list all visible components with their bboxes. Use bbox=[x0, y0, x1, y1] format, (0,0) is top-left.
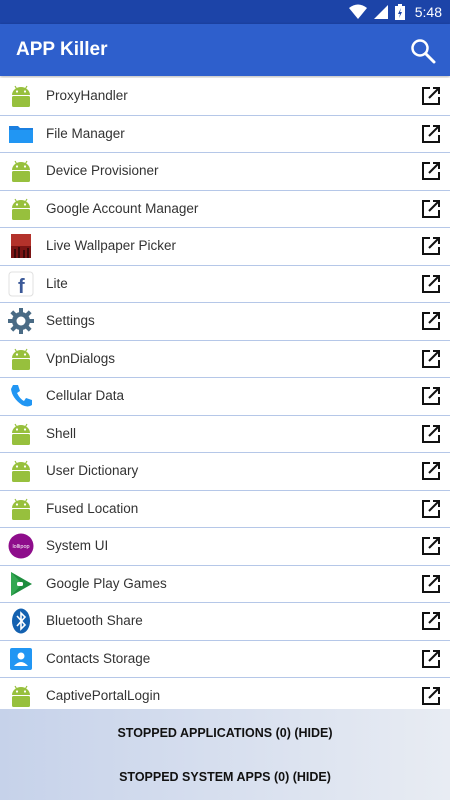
app-row[interactable]: f Lite bbox=[0, 265, 450, 303]
android-icon bbox=[8, 346, 34, 372]
bluetooth-icon bbox=[8, 608, 34, 634]
phone-icon bbox=[8, 383, 34, 409]
gear-icon bbox=[8, 308, 34, 334]
app-row[interactable]: Bluetooth Share bbox=[0, 603, 450, 641]
status-icons: 5:48 bbox=[348, 0, 442, 24]
lollipop-icon: lollipop bbox=[8, 533, 34, 559]
open-external-icon[interactable] bbox=[420, 273, 442, 295]
app-row[interactable]: Google Account Manager bbox=[0, 190, 450, 228]
facebook-icon: f bbox=[8, 271, 34, 298]
wifi-icon bbox=[348, 4, 367, 19]
app-name: User Dictionary bbox=[46, 463, 139, 478]
folder-icon bbox=[8, 121, 34, 147]
app-row[interactable]: File Manager bbox=[0, 115, 450, 153]
open-external-icon[interactable] bbox=[420, 610, 442, 632]
app-row[interactable]: CaptivePortalLogin bbox=[0, 678, 450, 709]
app-list: ProxyHandler File Manager Device Provision… bbox=[0, 78, 450, 709]
open-external-icon[interactable] bbox=[420, 235, 442, 257]
svg-text:f: f bbox=[18, 276, 25, 297]
app-name: Lite bbox=[46, 275, 68, 291]
signal-icon bbox=[373, 5, 388, 19]
open-external-icon[interactable] bbox=[420, 423, 442, 445]
battery-icon bbox=[394, 4, 405, 20]
app-row[interactable]: Device Provisioner bbox=[0, 153, 450, 191]
open-external-icon[interactable] bbox=[420, 498, 442, 520]
app-row[interactable]: VpnDialogs bbox=[0, 340, 450, 378]
app-name: System UI bbox=[46, 538, 109, 553]
open-external-icon[interactable] bbox=[420, 310, 442, 332]
open-external-icon[interactable] bbox=[420, 160, 442, 182]
open-external-icon[interactable] bbox=[420, 535, 442, 557]
open-external-icon[interactable] bbox=[420, 123, 442, 145]
open-external-icon[interactable] bbox=[420, 460, 442, 482]
app-name: Shell bbox=[46, 425, 77, 441]
svg-text:lollipop: lollipop bbox=[12, 544, 29, 550]
app-name: Device Provisioner bbox=[46, 163, 159, 178]
app-bar: APP Killer bbox=[0, 24, 450, 76]
open-external-icon[interactable] bbox=[420, 198, 442, 220]
app-name: Settings bbox=[46, 313, 95, 328]
app-row[interactable]: Fused Location bbox=[0, 490, 450, 528]
contacts-icon bbox=[8, 646, 34, 672]
app-name: Fused Location bbox=[46, 500, 139, 516]
open-external-icon[interactable] bbox=[420, 85, 442, 107]
app-row[interactable]: Cellular Data bbox=[0, 378, 450, 416]
app-row[interactable]: User Dictionary bbox=[0, 453, 450, 491]
search-icon[interactable] bbox=[410, 38, 436, 64]
android-icon bbox=[8, 158, 34, 184]
app-row[interactable]: Settings bbox=[0, 303, 450, 341]
app-row[interactable]: Shell bbox=[0, 415, 450, 453]
open-external-icon[interactable] bbox=[420, 573, 442, 595]
app-row[interactable]: ProxyHandler bbox=[0, 78, 450, 116]
app-row[interactable]: Live Wallpaper Picker bbox=[0, 228, 450, 266]
app-title: APP Killer bbox=[16, 39, 108, 60]
stopped-applications-button[interactable]: STOPPED APPLICATIONS (0) (HIDE) bbox=[0, 726, 450, 740]
android-icon bbox=[8, 196, 34, 222]
app-name: ProxyHandler bbox=[46, 88, 128, 103]
android-icon bbox=[8, 83, 34, 109]
wallpaper-icon bbox=[8, 233, 34, 259]
app-name: Contacts Storage bbox=[46, 650, 151, 666]
app-row[interactable]: lollipop System UI bbox=[0, 528, 450, 566]
play-games-icon bbox=[8, 571, 34, 597]
footer-panel: STOPPED APPLICATIONS (0) (HIDE) STOPPED … bbox=[0, 709, 450, 800]
app-name: Google Account Manager bbox=[46, 200, 199, 216]
clock: 5:48 bbox=[414, 4, 442, 20]
app-name: VpnDialogs bbox=[46, 350, 116, 366]
android-icon bbox=[8, 458, 34, 484]
app-name: Bluetooth Share bbox=[46, 613, 143, 628]
stopped-system-apps-button[interactable]: STOPPED SYSTEM APPS (0) (HIDE) bbox=[0, 770, 450, 784]
app-name: CaptivePortalLogin bbox=[46, 688, 161, 703]
open-external-icon[interactable] bbox=[420, 685, 442, 707]
app-name: File Manager bbox=[46, 125, 125, 141]
app-row[interactable]: Google Play Games bbox=[0, 565, 450, 603]
android-icon bbox=[8, 421, 34, 447]
app-name: Cellular Data bbox=[46, 388, 125, 403]
android-icon bbox=[8, 683, 34, 709]
app-row[interactable]: Contacts Storage bbox=[0, 640, 450, 678]
app-name: Google Play Games bbox=[46, 575, 167, 591]
open-external-icon[interactable] bbox=[420, 648, 442, 670]
open-external-icon[interactable] bbox=[420, 385, 442, 407]
open-external-icon[interactable] bbox=[420, 348, 442, 370]
app-name: Live Wallpaper Picker bbox=[46, 238, 177, 253]
status-bar: 5:48 bbox=[0, 0, 450, 24]
android-icon bbox=[8, 496, 34, 522]
